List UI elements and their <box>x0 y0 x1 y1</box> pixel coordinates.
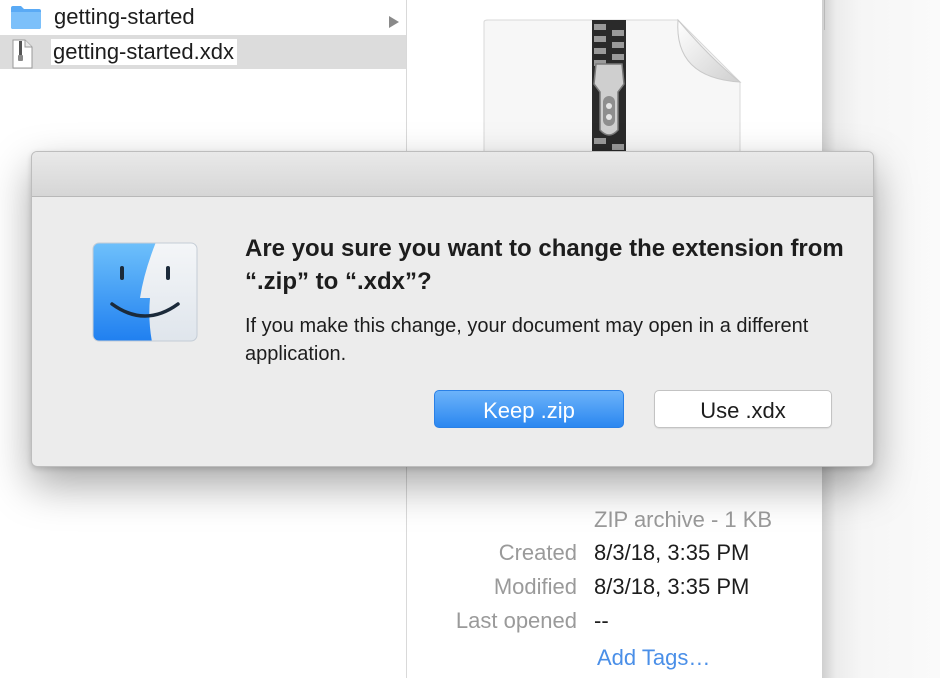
window-edge-line <box>824 0 825 30</box>
list-item-file-selected[interactable]: getting-started.xdx <box>0 35 406 69</box>
info-value: 8/3/18, 3:35 PM <box>594 540 750 565</box>
info-row-created: Created 8/3/18, 3:35 PM <box>420 540 820 570</box>
info-value: 8/3/18, 3:35 PM <box>594 574 750 599</box>
dialog-titlebar[interactable] <box>32 152 873 197</box>
add-tags-link[interactable]: Add Tags… <box>597 645 710 671</box>
info-row-modified: Modified 8/3/18, 3:35 PM <box>420 574 820 604</box>
info-value: -- <box>594 608 609 633</box>
info-key: Modified <box>493 574 577 599</box>
file-kind-size: ZIP archive - 1 KB <box>594 507 773 532</box>
dialog-heading: Are you sure you want to change the exte… <box>245 235 844 295</box>
disclosure-triangle-icon[interactable] <box>388 9 400 35</box>
folder-icon <box>10 4 42 36</box>
zip-file-icon <box>10 39 34 75</box>
info-row-last-opened: Last opened -- <box>420 608 820 638</box>
zip-archive-preview-icon <box>478 18 758 163</box>
info-key: Created <box>498 540 577 565</box>
dialog-message: If you make this change, your document m… <box>245 315 809 365</box>
use-xdx-button[interactable]: Use .xdx <box>654 390 832 428</box>
folder-name: getting-started <box>54 4 195 29</box>
info-key: Last opened <box>455 608 577 633</box>
finder-icon <box>92 242 198 347</box>
list-item-folder[interactable]: getting-started <box>0 0 406 34</box>
keep-zip-button[interactable]: Keep .zip <box>434 390 624 428</box>
filename-edit-field[interactable]: getting-started.xdx <box>51 39 237 65</box>
rename-extension-dialog: Are you sure you want to change the exte… <box>31 151 874 467</box>
